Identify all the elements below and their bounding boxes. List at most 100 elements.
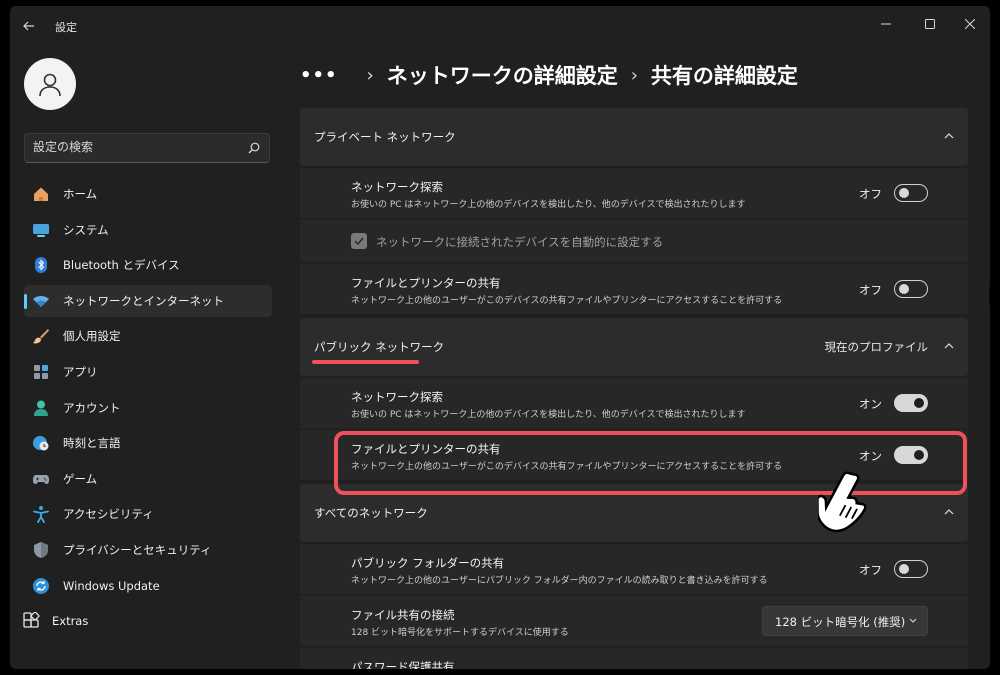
- row-title: パスワード保護共有: [351, 660, 455, 669]
- chevron-up-icon: [944, 133, 954, 139]
- toggle-state-label: オフ: [859, 187, 882, 201]
- annotation-underline: [312, 360, 419, 364]
- sidebar-item-label: Bluetooth とデバイス: [63, 258, 180, 273]
- sidebar-item-label: 時刻と言語: [63, 436, 121, 451]
- sidebar-item-system[interactable]: システム: [24, 214, 272, 246]
- sidebar-item-windows-update[interactable]: Windows Update: [24, 570, 272, 602]
- sidebar-item-label: Windows Update: [63, 578, 160, 593]
- public-folder-toggle[interactable]: [894, 560, 928, 578]
- toggle-state-label: オフ: [859, 283, 882, 297]
- sidebar-item-label: アクセシビリティ: [63, 507, 154, 522]
- minimize-button[interactable]: [874, 14, 898, 34]
- row-title: ファイルとプリンターの共有: [351, 276, 501, 290]
- file-sharing-toggle[interactable]: [894, 280, 928, 298]
- row-description: ネットワーク上の他のユーザーがこのデバイスの共有ファイルやプリンターにアクセスす…: [351, 296, 783, 306]
- settings-window: 設定 ホーム システム: [10, 6, 990, 669]
- toggle-state-label: オン: [859, 397, 882, 411]
- password-sharing-row: パスワード保護共有: [300, 648, 968, 669]
- account-icon: [34, 400, 48, 416]
- system-icon: [33, 223, 49, 237]
- dropdown-value: 128 ビット暗号化 (推奨): [775, 615, 906, 629]
- apps-icon: [34, 364, 48, 379]
- toggle-knob: [899, 564, 909, 574]
- section-title: すべてのネットワーク: [314, 506, 428, 520]
- sidebar-item-apps[interactable]: アプリ: [24, 356, 272, 388]
- public-network-discovery-row: ネットワーク探索 お使いの PC はネットワーク上の他のデバイスを検出したり、他…: [300, 378, 968, 428]
- breadcrumb-parent-link[interactable]: ネットワークの詳細設定: [387, 60, 618, 90]
- accessibility-icon: [33, 506, 49, 524]
- sidebar-item-label: プライバシーとセキュリティ: [63, 542, 212, 557]
- back-button[interactable]: [22, 18, 40, 36]
- sidebar-item-label: アカウント: [63, 400, 121, 415]
- bluetooth-icon: [35, 257, 47, 274]
- minimize-icon: [881, 23, 891, 25]
- toggle-knob: [899, 188, 909, 198]
- close-button[interactable]: [958, 14, 982, 34]
- sidebar-item-bluetooth[interactable]: Bluetooth とデバイス: [24, 249, 272, 281]
- close-icon: [965, 19, 975, 29]
- checkmark-icon: [354, 237, 364, 245]
- maximize-button[interactable]: [918, 14, 942, 34]
- breadcrumb-overflow-button[interactable]: •••: [300, 65, 338, 86]
- chevron-right-icon: ›: [630, 64, 638, 86]
- section-title: パブリック ネットワーク: [314, 340, 445, 354]
- private-network-discovery-row: ネットワーク探索 お使いの PC はネットワーク上の他のデバイスを検出したり、他…: [300, 168, 968, 218]
- toggle-knob: [914, 398, 924, 408]
- title-bar: 設定: [10, 6, 990, 46]
- sidebar-item-gaming[interactable]: ゲーム: [24, 463, 272, 495]
- sidebar-item-label: アプリ: [63, 364, 98, 379]
- row-description: お使いの PC はネットワーク上の他のデバイスを検出したり、他のデバイスで検出さ…: [351, 410, 746, 420]
- sidebar-item-accessibility[interactable]: アクセシビリティ: [24, 498, 272, 530]
- encryption-dropdown[interactable]: 128 ビット暗号化 (推奨): [762, 606, 928, 636]
- shield-icon: [34, 541, 48, 558]
- sidebar-item-label: ホーム: [63, 187, 98, 201]
- gamepad-icon: [33, 474, 49, 484]
- sidebar-item-personalization[interactable]: 個人用設定: [24, 320, 272, 352]
- search-icon: [248, 142, 260, 154]
- app-title: 設定: [55, 21, 77, 34]
- row-description: お使いの PC はネットワーク上の他のデバイスを検出したり、他のデバイスで検出さ…: [351, 200, 746, 210]
- sidebar-item-home[interactable]: ホーム: [24, 178, 272, 210]
- file-sharing-connection-row: ファイル共有の接続 128 ビット暗号化をサポートするデバイスに使用する 128…: [300, 596, 968, 646]
- sidebar-nav: ホーム システム Bluetooth とデバイス ネットワークとインターネット …: [23, 178, 272, 641]
- user-avatar[interactable]: [24, 58, 76, 110]
- sidebar-item-time-language[interactable]: 時刻と言語: [24, 427, 272, 459]
- sidebar-item-accounts[interactable]: アカウント: [24, 392, 272, 424]
- sidebar-item-extras[interactable]: Extras: [23, 605, 272, 637]
- sidebar-item-network[interactable]: ネットワークとインターネット: [24, 284, 272, 317]
- auto-setup-checkbox[interactable]: [351, 233, 367, 249]
- sidebar-item-label: システム: [63, 222, 109, 237]
- chevron-up-icon: [944, 509, 954, 515]
- current-profile-label: 現在のプロファイル: [824, 340, 929, 354]
- toggle-state-label: オフ: [859, 563, 882, 577]
- network-discovery-toggle[interactable]: [894, 394, 928, 412]
- network-discovery-toggle[interactable]: [894, 184, 928, 202]
- chevron-up-icon: [944, 343, 954, 349]
- settings-search[interactable]: [24, 133, 270, 163]
- arrow-left-icon: [23, 21, 34, 31]
- row-title: ネットワーク探索: [351, 180, 443, 194]
- sidebar-item-label: Extras: [52, 614, 89, 629]
- hand-pointer-icon: [818, 471, 866, 533]
- home-icon: [34, 187, 48, 201]
- row-description: 128 ビット暗号化をサポートするデバイスに使用する: [351, 628, 569, 638]
- settings-content: プライベート ネットワーク ネットワーク探索 お使いの PC はネットワーク上の…: [300, 108, 968, 669]
- update-icon: [33, 577, 49, 594]
- breadcrumb: ••• › ネットワークの詳細設定 › 共有の詳細設定: [300, 60, 798, 90]
- page-title: 共有の詳細設定: [650, 64, 798, 88]
- person-icon: [39, 73, 61, 97]
- toggle-knob: [899, 284, 909, 294]
- section-title: プライベート ネットワーク: [314, 130, 456, 144]
- row-description: ネットワーク上の他のユーザーにパブリック フォルダー内のファイルの読み取りと書き…: [351, 576, 768, 586]
- sidebar-item-label: ゲーム: [63, 471, 98, 486]
- search-input[interactable]: [33, 140, 233, 154]
- globe-clock-icon: [33, 436, 49, 451]
- wifi-icon: [33, 295, 49, 307]
- sidebar-item-privacy[interactable]: プライバシーとセキュリティ: [24, 534, 272, 566]
- private-network-header[interactable]: プライベート ネットワーク: [300, 108, 968, 166]
- extras-icon: [23, 612, 40, 628]
- maximize-icon: [925, 19, 935, 29]
- mouse-cursor-icon: [989, 286, 990, 306]
- chevron-down-icon: [909, 618, 917, 623]
- public-network-header[interactable]: パブリック ネットワーク 現在のプロファイル: [300, 318, 968, 376]
